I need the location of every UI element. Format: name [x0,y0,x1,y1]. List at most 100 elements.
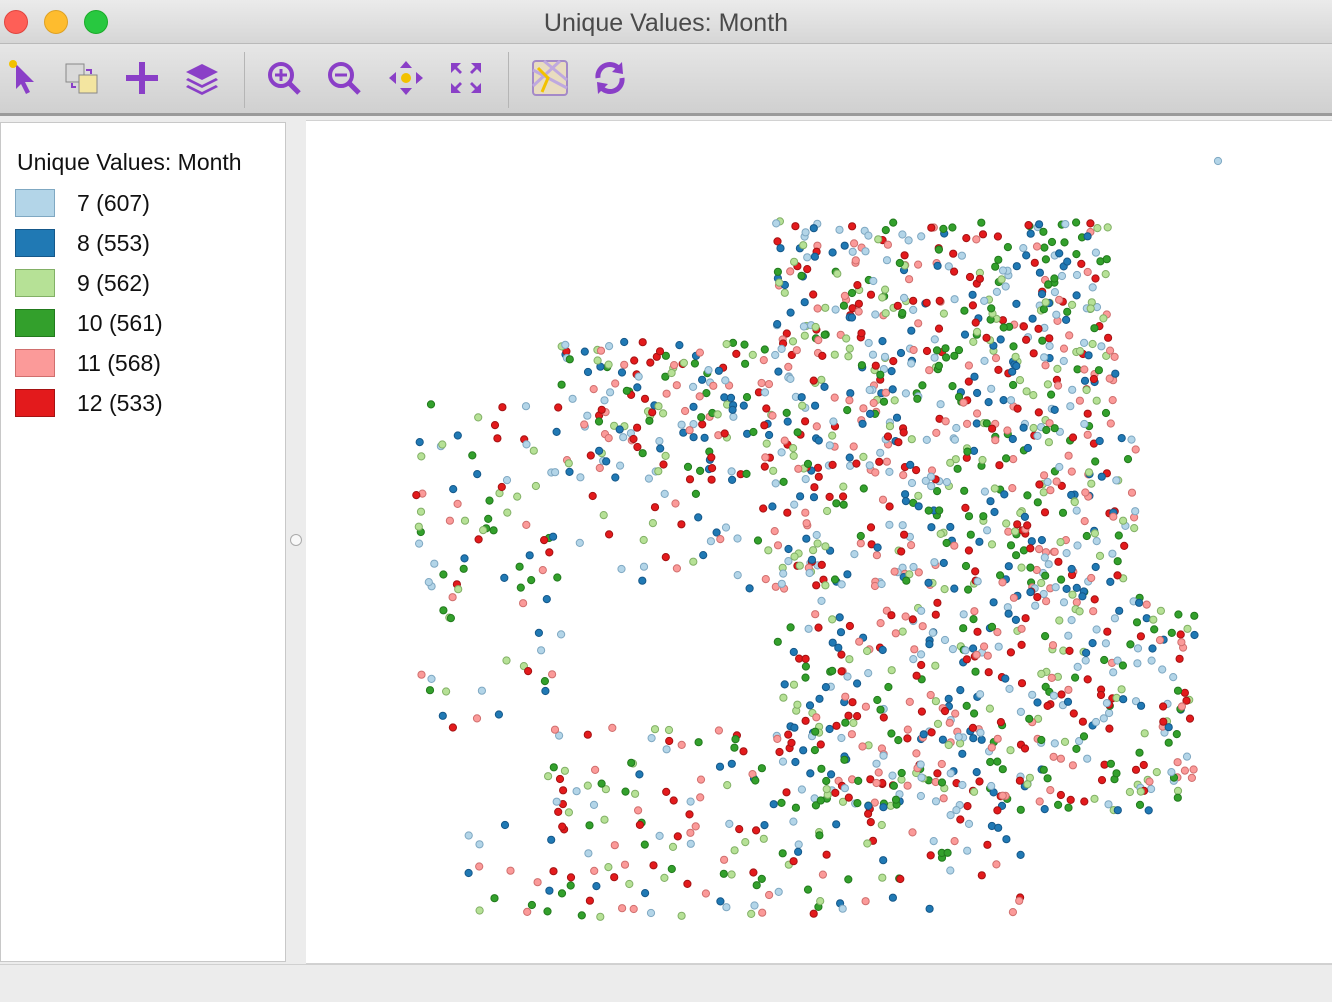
map-point[interactable] [527,576,536,585]
map-point[interactable] [659,409,668,418]
map-point[interactable] [566,873,576,882]
map-point[interactable] [531,481,540,491]
legend-item[interactable]: 12 (533) [15,389,275,419]
map-point[interactable] [866,290,876,299]
map-point[interactable] [885,422,895,431]
map-point[interactable] [950,541,959,550]
map-point[interactable] [793,428,802,437]
map-point[interactable] [980,296,989,305]
map-point[interactable] [696,793,705,802]
map-point[interactable] [728,475,737,484]
map-point[interactable] [963,846,972,855]
map-point[interactable] [631,789,640,798]
map-point[interactable] [549,763,558,772]
refresh-button[interactable] [590,58,630,98]
map-point[interactable] [810,746,819,755]
map-point[interactable] [1044,438,1054,447]
map-point[interactable] [1003,243,1013,252]
map-point[interactable] [448,593,457,602]
map-point[interactable] [1135,748,1144,757]
map-point[interactable] [568,394,577,403]
map-point[interactable] [930,353,939,362]
map-point[interactable] [1106,419,1115,428]
map-point[interactable] [969,615,978,624]
map-point[interactable] [991,262,1000,271]
map-point[interactable] [596,346,606,355]
map-point[interactable] [605,342,614,351]
map-point[interactable] [656,444,665,453]
map-point[interactable] [1033,498,1042,507]
map-point[interactable] [655,437,664,446]
map-point[interactable] [1065,331,1074,340]
map-point[interactable] [844,793,853,802]
map-point[interactable] [872,778,881,788]
map-point[interactable] [871,310,880,319]
map-point[interactable] [870,581,880,591]
map-point[interactable] [1035,220,1044,229]
map-point[interactable] [1177,638,1186,647]
map-point[interactable] [1066,795,1075,805]
splitter-handle[interactable] [290,534,302,546]
map-point[interactable] [584,849,593,858]
map-point[interactable] [960,306,969,315]
map-point[interactable] [485,496,494,505]
map-point[interactable] [752,881,761,890]
map-point[interactable] [994,642,1003,651]
map-point[interactable] [620,860,630,869]
map-point[interactable] [685,810,694,819]
map-point[interactable] [950,837,959,846]
map-point[interactable] [1092,396,1101,405]
map-point[interactable] [962,701,971,711]
map-point[interactable] [745,584,754,593]
map-point[interactable] [803,253,812,262]
map-point[interactable] [998,791,1007,800]
zoom-out-button[interactable] [324,58,364,98]
map-point[interactable] [1043,380,1053,389]
map-point[interactable] [971,667,980,676]
map-point[interactable] [1043,477,1052,487]
map-point[interactable] [809,376,818,385]
map-point[interactable] [566,881,575,890]
map-point[interactable] [1072,270,1082,280]
map-point[interactable] [970,709,979,718]
map-point[interactable] [739,747,748,756]
map-point[interactable] [1037,669,1046,679]
map-point[interactable] [987,781,996,791]
map-point[interactable] [1017,640,1026,650]
map-point[interactable] [875,457,884,466]
map-point[interactable] [924,506,933,515]
map-point[interactable] [648,519,657,528]
map-point[interactable] [1083,232,1092,241]
map-point[interactable] [493,434,502,443]
map-point[interactable] [952,423,961,433]
map-point[interactable] [1190,611,1199,620]
map-point[interactable] [583,411,592,420]
map-point[interactable] [922,346,932,356]
map-point[interactable] [892,413,902,422]
map-point[interactable] [1087,573,1096,583]
map-point[interactable] [1090,324,1099,333]
map-point[interactable] [439,570,448,579]
map-point[interactable] [843,406,852,415]
map-point[interactable] [1064,631,1073,640]
map-point[interactable] [770,527,779,536]
map-point[interactable] [984,668,993,677]
map-point[interactable] [999,323,1008,332]
map-point[interactable] [417,452,426,461]
map-point[interactable] [948,645,958,654]
map-point[interactable] [1117,434,1126,443]
map-point[interactable] [1047,237,1057,247]
map-point[interactable] [1040,508,1050,517]
map-point[interactable] [604,434,613,443]
map-point[interactable] [747,909,756,919]
map-point[interactable] [1109,668,1118,677]
map-point[interactable] [542,595,551,604]
map-point[interactable] [1034,408,1043,417]
map-point[interactable] [817,560,826,569]
map-point[interactable] [1052,310,1061,319]
map-point[interactable] [750,901,759,910]
map-point[interactable] [669,796,678,805]
map-point[interactable] [497,482,506,492]
map-point[interactable] [1049,752,1058,761]
map-canvas[interactable] [306,120,1332,964]
